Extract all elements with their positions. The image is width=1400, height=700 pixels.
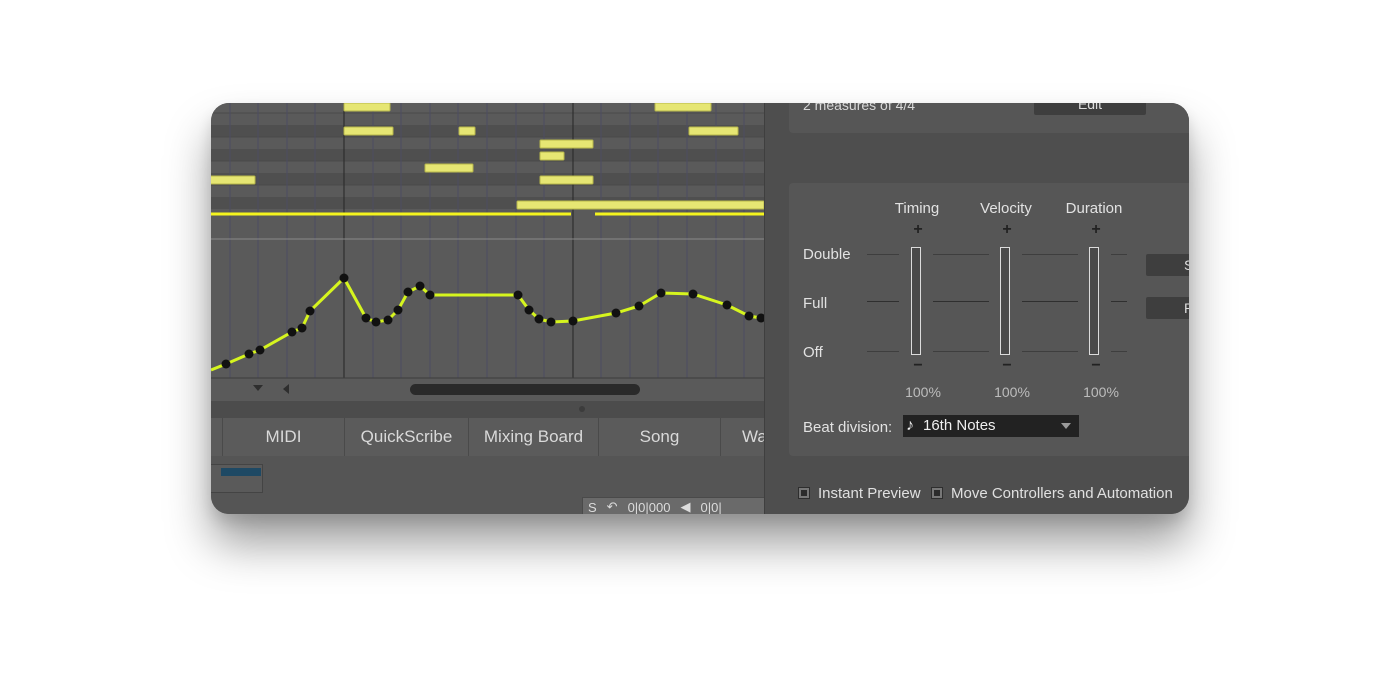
tab-wave[interactable]: Wa (721, 418, 764, 456)
column-header-timing: Timing (894, 200, 940, 217)
dropdown-arrow-icon (1061, 423, 1071, 429)
groove-quantize-panel: 2 measures of 4/4 Edit Timing Velocity D… (764, 103, 1189, 514)
beat-division-value: 16th Notes (923, 417, 996, 434)
transport-bar: S ↶ 0|0|000 ◀ 0|0| (582, 497, 772, 514)
row-label-off: Off (803, 344, 823, 361)
back-arrow-icon[interactable]: ◀ (675, 499, 695, 514)
duration-slider[interactable] (1089, 247, 1099, 355)
velocity-minus-icon[interactable]: − (999, 357, 1015, 375)
row-label-full: Full (803, 295, 828, 312)
duration-minus-icon[interactable]: − (1088, 357, 1104, 375)
timing-slider[interactable] (911, 247, 921, 355)
side-button-s[interactable]: S (1146, 254, 1189, 276)
tab-label: Wa (742, 427, 764, 446)
measures-text: 2 measures of 4/4 (803, 103, 916, 113)
beat-division-label: Beat division: (803, 419, 893, 436)
tab-quickscribe[interactable]: QuickScribe (345, 418, 469, 456)
transport-position-1: 0|0|000 (627, 499, 671, 515)
tab-label: MIDI (265, 427, 302, 446)
controller-curve (211, 275, 762, 372)
timing-plus-icon[interactable]: + (910, 221, 926, 239)
transport-s-button[interactable]: S (583, 500, 602, 515)
rewind-icon[interactable]: ↶ (602, 499, 623, 514)
side-button-r[interactable]: R (1146, 297, 1189, 319)
lower-area: S ↶ 0|0|000 ◀ 0|0| (211, 456, 772, 514)
timing-percent: 100% (905, 384, 941, 400)
velocity-percent: 100% (994, 384, 1030, 400)
tab-song[interactable]: Song (599, 418, 721, 456)
loop-info-box: 2 measures of 4/4 Edit (789, 103, 1189, 133)
column-header-duration: Duration (1065, 200, 1123, 217)
tab-label: Mixing Board (483, 427, 584, 446)
tab-midi[interactable]: MIDI (223, 418, 345, 456)
transport-position-2: 0|0| (700, 499, 722, 515)
velocity-slider[interactable] (1000, 247, 1010, 355)
move-controllers-checkbox[interactable] (931, 487, 943, 499)
tab-partial[interactable] (211, 418, 223, 456)
view-tabs: MIDI QuickScribe Mixing Board Song Wa (211, 418, 764, 456)
piano-roll[interactable] (211, 103, 764, 401)
app-window: MIDI QuickScribe Mixing Board Song Wa S … (211, 103, 1189, 514)
piano-roll-canvas[interactable] (211, 103, 764, 401)
controller-points (221, 273, 764, 369)
velocity-plus-icon[interactable]: + (999, 221, 1015, 239)
groove-settings-box: Timing Velocity Duration Double Full Off… (789, 183, 1189, 456)
beat-division-select[interactable]: ♪ 16th Notes (903, 415, 1079, 437)
column-header-velocity: Velocity (980, 200, 1032, 217)
pane-divider[interactable] (211, 401, 764, 418)
instant-preview-label: Instant Preview (818, 485, 921, 502)
instant-preview-checkbox[interactable] (798, 487, 810, 499)
level-meter-bar (221, 468, 261, 476)
move-controllers-label: Move Controllers and Automation (951, 485, 1173, 502)
duration-percent: 100% (1083, 384, 1119, 400)
horizontal-scrollbar-thumb (410, 384, 640, 395)
tab-mixing-board[interactable]: Mixing Board (469, 418, 599, 456)
tab-label: QuickScribe (360, 427, 453, 446)
timing-minus-icon[interactable]: − (910, 357, 926, 375)
duration-plus-icon[interactable]: + (1088, 221, 1104, 239)
sixteenth-note-icon: ♪ (906, 417, 914, 434)
edit-button[interactable]: Edit (1034, 103, 1146, 115)
tab-label: Song (639, 427, 680, 446)
row-label-double: Double (803, 246, 851, 263)
